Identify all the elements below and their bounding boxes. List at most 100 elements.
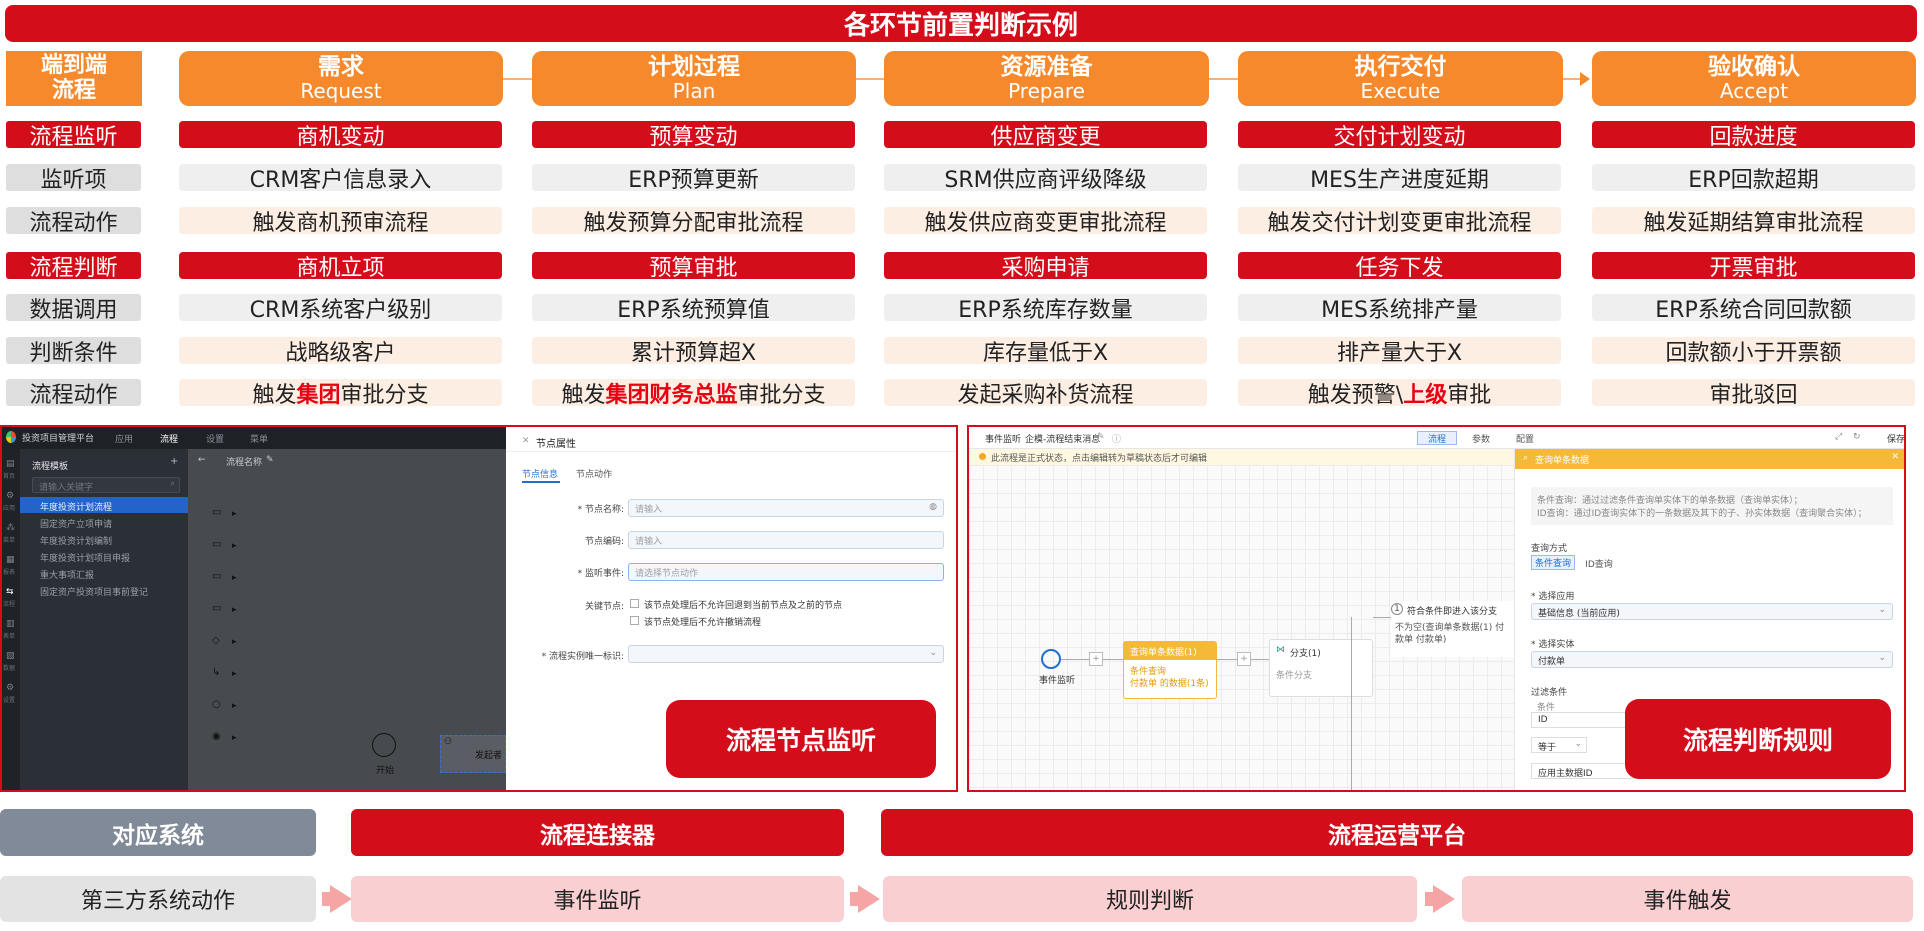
- cell-text: 触发: [252, 382, 297, 408]
- process-designer-screenshot: 投资项目管理平台 应用 流程 设置 菜单 ▤ 首页 ⚙ 应用 ⁂ 菜单 ▦ 报表 ⇆ 流程 ▥ 表单 ▧…: [0, 425, 958, 792]
- side-rail-icon[interactable]: ▧: [6, 651, 15, 661]
- side-rail-icon[interactable]: ▤: [6, 459, 15, 469]
- palette-shape-icon[interactable]: ◉: [212, 731, 221, 742]
- table-cell: 发起采购补货流程: [884, 379, 1207, 408]
- template-panel: 流程模板 + 请输入关键字 ⌕ 年度投资计划流程 固定资产立项申请 年度投资计划编制…: [20, 449, 188, 790]
- side-rail-label: 应用: [3, 505, 16, 512]
- app-select[interactable]: 基础信息 (当前应用) ⌄: [1531, 603, 1893, 620]
- side-rail-icon[interactable]: ▦: [6, 555, 15, 565]
- flow-arrow-icon: [858, 885, 880, 913]
- refresh-icon[interactable]: ↻: [1853, 432, 1861, 442]
- form-input[interactable]: 请输入 ◍: [628, 499, 944, 517]
- stage-execute: 执行交付 Execute: [1238, 51, 1563, 106]
- palette-shape-icon[interactable]: ○: [212, 699, 221, 710]
- initiator-node[interactable]: 发起者 ⚇: [440, 735, 506, 773]
- entity-select[interactable]: 付款单 ⌄: [1531, 651, 1893, 668]
- start-event-icon[interactable]: [372, 733, 396, 757]
- chevron-down-icon: ⌄: [929, 648, 937, 658]
- side-rail-label: 首页: [3, 473, 16, 480]
- expand-arrow-icon[interactable]: ▸: [232, 637, 237, 647]
- side-rail-icon[interactable]: ⚙: [6, 491, 14, 501]
- warning-icon: [979, 453, 986, 460]
- query-node[interactable]: 查询单条数据(1) 条件查询 付款单 的数据(1条): [1123, 641, 1217, 699]
- palette-shape-icon[interactable]: ▭: [212, 539, 221, 550]
- top-tab[interactable]: 设置: [206, 432, 224, 445]
- expand-arrow-icon[interactable]: ▸: [232, 701, 237, 711]
- cell-text: 审批驳回: [1709, 382, 1798, 408]
- plus-icon[interactable]: +: [170, 456, 178, 467]
- filter-op[interactable]: 等于 ⌄: [1531, 737, 1587, 753]
- query-node-title: 查询单条数据(1): [1130, 648, 1197, 658]
- form-input[interactable]: 请输入: [628, 531, 944, 549]
- add-node-icon[interactable]: +: [1089, 652, 1103, 666]
- expand-arrow-icon[interactable]: ▸: [232, 541, 237, 551]
- palette-shape-icon[interactable]: ▭: [212, 603, 221, 614]
- stage-accept: 验收确认 Accept: [1592, 51, 1916, 106]
- row-label: 流程监听: [6, 121, 141, 150]
- top-tab[interactable]: 菜单: [250, 432, 268, 445]
- instance-select[interactable]: ⌄: [628, 645, 944, 663]
- tree-item[interactable]: 年度投资计划项目申报: [20, 548, 188, 564]
- table-cell: MES系统排产量: [1238, 294, 1561, 323]
- tree-item[interactable]: 固定资产投资项目事前登记: [20, 582, 188, 598]
- add-node-icon[interactable]: +: [1237, 652, 1251, 666]
- checkbox[interactable]: [630, 599, 639, 608]
- mode-tab[interactable]: 参数: [1461, 432, 1501, 445]
- cond-title: 符合条件即进入该分支: [1407, 607, 1498, 617]
- tree-item[interactable]: 重大事项汇报: [20, 565, 188, 581]
- event-listen-icon[interactable]: [1041, 649, 1061, 669]
- condition-node[interactable]: 1 符合条件即进入该分支 不为空(查询单条数据(1) 付款单 付款单): [1391, 601, 1514, 657]
- rule-canvas[interactable]: 事件监听 + 查询单条数据(1) 条件查询 付款单 的数据(1条) + ⋈ 分支…: [969, 465, 1514, 790]
- stage-connector: [1209, 78, 1238, 80]
- query-mode[interactable]: ID查询: [1577, 557, 1621, 570]
- stage-cn: 验收确认: [1708, 53, 1800, 80]
- query-mode-active[interactable]: 条件查询: [1531, 555, 1575, 570]
- side-rail-icon[interactable]: ⚙: [6, 683, 14, 693]
- side-rail-icon[interactable]: ▥: [6, 619, 15, 629]
- expand-arrow-icon[interactable]: ▸: [232, 605, 237, 615]
- mode-tab[interactable]: 配置: [1505, 432, 1545, 445]
- cell-text: 审批分支: [340, 382, 429, 408]
- close-icon[interactable]: ✕: [522, 436, 530, 446]
- palette-shape-icon[interactable]: ▭: [212, 507, 221, 518]
- top-tab[interactable]: 企模-流程结束消息: [1025, 432, 1100, 445]
- flow-canvas[interactable]: ← 流程名称 ✎ ▭ ▸ ▭ ▸ ▭ ▸ ▭ ▸ ◇ ▸ ↳ ▸ ○ ▸ ◉ ▸ 开始 发起者 ⚇: [188, 449, 506, 790]
- palette-shape-icon[interactable]: ↳: [212, 667, 220, 678]
- mode-tab-active[interactable]: 流程: [1417, 431, 1457, 445]
- branch-node[interactable]: ⋈ 分支(1) 条件分支: [1269, 639, 1373, 697]
- tree-item[interactable]: 年度投资计划流程: [20, 497, 188, 513]
- palette-shape-icon[interactable]: ▭: [212, 571, 221, 582]
- expand-icon[interactable]: ⤢: [1835, 432, 1842, 442]
- expand-arrow-icon[interactable]: ▸: [232, 669, 237, 679]
- edit-icon[interactable]: ✎: [1097, 432, 1105, 442]
- event-node-label: 事件监听: [1039, 676, 1076, 686]
- side-rail-icon[interactable]: ⇆: [6, 587, 14, 597]
- table-cell: ERP预算更新: [532, 164, 855, 193]
- top-tab[interactable]: 应用: [115, 432, 133, 445]
- checkbox[interactable]: [630, 616, 639, 625]
- tab-node-action[interactable]: 节点动作: [576, 467, 612, 480]
- expand-arrow-icon[interactable]: ▸: [232, 509, 237, 519]
- edit-icon[interactable]: ✎: [266, 455, 274, 465]
- table-cell: 库存量低于X: [884, 337, 1207, 366]
- palette-shape-icon[interactable]: ◇: [212, 635, 220, 646]
- back-arrow-icon[interactable]: ←: [198, 455, 206, 465]
- tree-item[interactable]: 固定资产立项申请: [20, 514, 188, 530]
- save-button[interactable]: 保存: [1887, 432, 1904, 445]
- badge-rule-judge: 流程判断规则: [1625, 699, 1891, 779]
- form-input[interactable]: 请选择节点动作: [628, 563, 944, 581]
- tab-node-info[interactable]: 节点信息: [522, 467, 558, 480]
- table-cell: 回款额小于开票额: [1592, 337, 1915, 366]
- expand-arrow-icon[interactable]: ▸: [232, 573, 237, 583]
- branch-icon: ⋈: [1276, 645, 1285, 655]
- top-tab[interactable]: 事件监听: [985, 432, 1021, 445]
- top-tab-active[interactable]: 流程: [160, 432, 178, 445]
- expand-arrow-icon[interactable]: ▸: [232, 733, 237, 743]
- header-platform: 流程运营平台: [881, 809, 1913, 856]
- tree-item[interactable]: 年度投资计划编制: [20, 531, 188, 547]
- close-icon[interactable]: ✕: [1891, 452, 1899, 462]
- side-rail-icon[interactable]: ⁂: [6, 523, 15, 533]
- template-search-input[interactable]: 请输入关键字 ⌕: [32, 477, 180, 493]
- arrow-icon: [1580, 72, 1590, 86]
- edge: [1251, 659, 1269, 660]
